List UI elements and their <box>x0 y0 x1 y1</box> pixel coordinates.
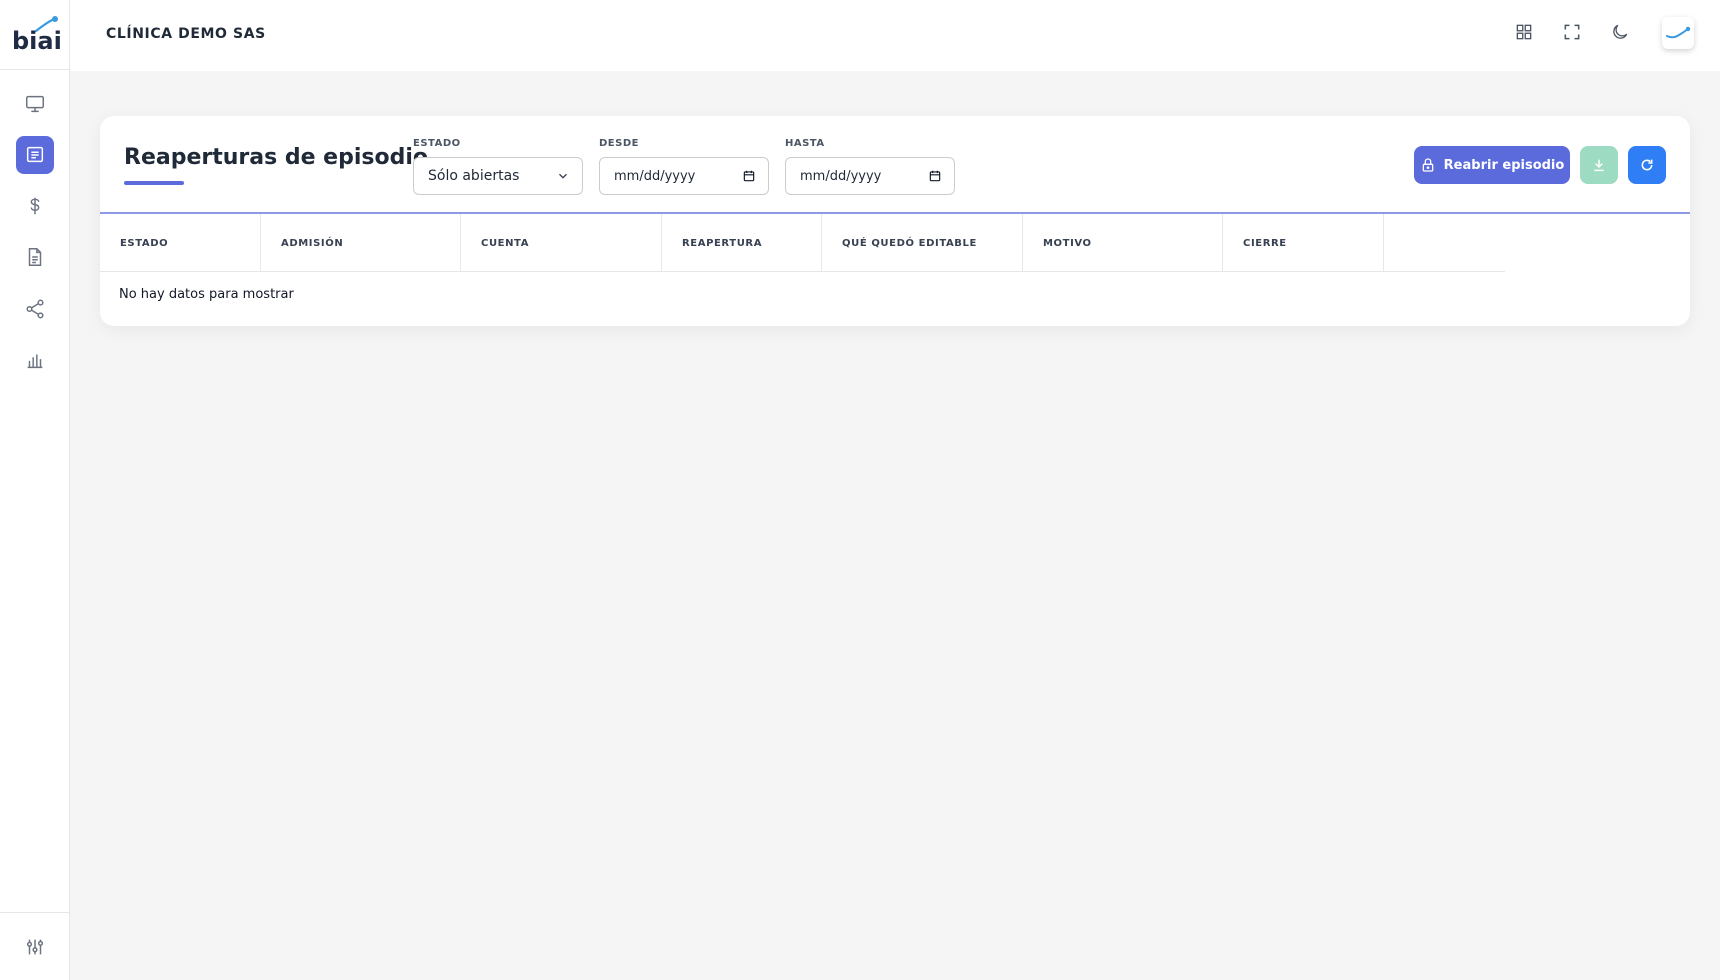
column-header-reapertura[interactable]: REAPERTURA <box>662 214 822 272</box>
nav-reaperturas[interactable] <box>16 136 54 174</box>
download-button[interactable] <box>1580 146 1618 184</box>
column-header-cierre[interactable]: CIERRE <box>1223 214 1384 272</box>
table-empty-message: No hay datos para mostrar <box>119 287 294 302</box>
refresh-button[interactable] <box>1628 146 1666 184</box>
column-header-cuenta[interactable]: CUENTA <box>461 214 662 272</box>
nav-settings[interactable] <box>16 928 54 966</box>
bar-chart-icon <box>27 354 43 369</box>
document-icon <box>28 248 42 266</box>
monitor-icon <box>26 95 44 113</box>
sidebar-footer <box>0 912 70 980</box>
estado-label: ESTADO <box>413 138 461 149</box>
top-header: CLÍNICA DEMO SAS <box>70 0 1720 71</box>
receipt-icon <box>26 146 44 163</box>
hasta-date-placeholder: mm/dd/yyyy <box>800 168 882 184</box>
calendar-icon[interactable] <box>928 169 942 183</box>
title-underline <box>124 181 184 185</box>
estado-select[interactable]: Sólo abiertas <box>413 157 583 195</box>
nav-reports[interactable] <box>16 341 54 379</box>
download-icon <box>1594 159 1604 172</box>
desde-date-placeholder: mm/dd/yyyy <box>614 168 696 184</box>
column-header-admision[interactable]: ADMISIÓN <box>261 214 461 272</box>
hasta-label: HASTA <box>785 138 825 149</box>
desde-date-input[interactable]: mm/dd/yyyy <box>599 157 769 195</box>
fullscreen-button[interactable] <box>1558 18 1586 46</box>
sliders-icon <box>26 939 44 955</box>
reaperturas-card: Reaperturas de episodio ESTADO Sólo abie… <box>100 116 1690 326</box>
grid-icon <box>1516 24 1532 40</box>
user-avatar[interactable] <box>1662 17 1694 49</box>
organization-name: CLÍNICA DEMO SAS <box>106 26 266 42</box>
fullscreen-icon <box>1564 24 1580 40</box>
page-title: Reaperturas de episodio <box>124 145 429 170</box>
desde-label: DESDE <box>599 138 639 149</box>
svg-text:· · · · · ·: · · · · · · <box>16 51 27 55</box>
table-header-row: ESTADO ADMISIÓN CUENTA REAPERTURA QUÉ QU… <box>100 214 1505 272</box>
nav-finance[interactable] <box>16 187 54 225</box>
reopen-episode-button[interactable]: Reabrir episodio <box>1414 146 1570 184</box>
reopen-episode-label: Reabrir episodio <box>1443 157 1565 173</box>
refresh-icon <box>1641 159 1653 171</box>
column-header-estado[interactable]: ESTADO <box>100 214 261 272</box>
brand-mark-icon <box>1666 26 1691 39</box>
brand-logo[interactable]: biai · · · · · · <box>0 0 70 70</box>
sidebar: biai · · · · · · <box>0 0 70 980</box>
column-header-motivo[interactable]: MOTIVO <box>1023 214 1223 272</box>
hasta-date-input[interactable]: mm/dd/yyyy <box>785 157 955 195</box>
calendar-icon[interactable] <box>742 169 756 183</box>
chevron-down-icon <box>559 173 567 179</box>
column-header-que-quedo-editable[interactable]: QUÉ QUEDÓ EDITABLE <box>822 214 1023 272</box>
dollar-icon <box>30 197 40 215</box>
dark-mode-toggle[interactable] <box>1606 18 1634 46</box>
share-icon <box>26 299 44 319</box>
nav-monitor[interactable] <box>16 85 54 123</box>
estado-select-value: Sólo abiertas <box>428 168 520 184</box>
lock-icon <box>1422 158 1434 172</box>
apps-button[interactable] <box>1510 18 1538 46</box>
moon-icon <box>1613 24 1628 39</box>
nav-documents[interactable] <box>16 238 54 276</box>
nav-share[interactable] <box>16 290 54 328</box>
